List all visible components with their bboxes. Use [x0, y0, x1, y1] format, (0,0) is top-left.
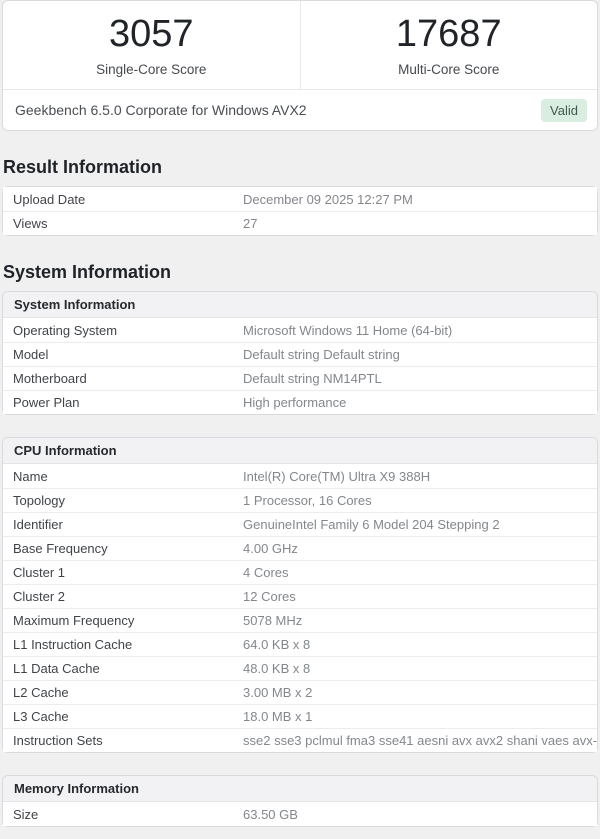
benchmark-title: Geekbench 6.5.0 Corporate for Windows AV… [15, 102, 307, 118]
row-label: Identifier [13, 517, 63, 532]
table-row: Name Intel(R) Core(TM) Ultra X9 388H [3, 464, 597, 488]
valid-badge: Valid [541, 98, 587, 122]
single-core-score-value: 3057 [108, 13, 194, 56]
row-value: sse2 sse3 pclmul fma3 sse41 aesni avx av… [243, 733, 597, 748]
table-row: Views 27 [3, 211, 597, 235]
row-label: L3 Cache [13, 709, 69, 724]
row-value: 4.00 GHz [243, 541, 298, 556]
row-value: GenuineIntel Family 6 Model 204 Stepping… [243, 517, 500, 532]
table-row: L1 Data Cache 48.0 KB x 8 [3, 656, 597, 680]
row-value: 3.00 MB x 2 [243, 685, 313, 700]
multi-core-score-label: Multi-Core Score [398, 62, 500, 78]
row-label: Power Plan [13, 395, 80, 410]
table-row: Cluster 2 12 Cores [3, 584, 597, 608]
result-information-heading: Result Information [3, 157, 163, 177]
row-value: Microsoft Windows 11 Home (64-bit) [243, 322, 453, 338]
table-row: L1 Instruction Cache 64.0 KB x 8 [3, 632, 597, 656]
row-value: Default string NM14PTL [243, 371, 382, 386]
table-row: Topology 1 Processor, 16 Cores [3, 488, 597, 512]
table-row: Base Frequency 4.00 GHz [3, 536, 597, 560]
table-row: Size 63.50 GB [3, 802, 597, 826]
table-row: Power Plan High performance [3, 390, 597, 414]
row-label: Base Frequency [13, 541, 108, 556]
row-label: Motherboard [13, 371, 87, 386]
table-title: System Information [3, 292, 597, 318]
row-label: Upload Date [13, 191, 86, 207]
row-value: 63.50 GB [243, 806, 298, 822]
table-row: Operating System Microsoft Windows 11 Ho… [3, 318, 597, 342]
result-information-table: Upload Date December 09 2025 12:27 PM Vi… [2, 186, 598, 236]
system-information-table: System Information Operating System Micr… [2, 291, 598, 415]
table-row: Instruction Sets sse2 sse3 pclmul fma3 s… [3, 728, 597, 752]
row-label: Instruction Sets [13, 733, 103, 748]
table-row: L2 Cache 3.00 MB x 2 [3, 680, 597, 704]
system-information-heading: System Information [3, 262, 172, 282]
multi-core-score-value: 17687 [395, 13, 502, 56]
row-value: 64.0 KB x 8 [243, 637, 311, 652]
row-value: 48.0 KB x 8 [243, 661, 311, 676]
score-row: 3057 Single-Core Score 17687 Multi-Core … [3, 1, 597, 89]
row-label: Topology [13, 493, 66, 508]
row-label: Name [13, 468, 48, 484]
row-label: Views [13, 216, 48, 231]
row-value: High performance [243, 395, 347, 410]
row-label: L1 Instruction Cache [13, 637, 133, 652]
row-value: 1 Processor, 16 Cores [243, 493, 372, 508]
row-value: 5078 MHz [243, 613, 303, 628]
memory-information-table: Memory Information Size 63.50 GB [2, 775, 598, 827]
table-row: Motherboard Default string NM14PTL [3, 366, 597, 390]
single-core-score-label: Single-Core Score [96, 62, 207, 78]
row-value: December 09 2025 12:27 PM [243, 191, 413, 207]
row-label: L2 Cache [13, 685, 69, 700]
row-value: 18.0 MB x 1 [243, 709, 313, 724]
row-label: Maximum Frequency [13, 613, 135, 628]
row-value: 4 Cores [243, 565, 289, 580]
table-title: Memory Information [3, 776, 597, 802]
row-label: Operating System [13, 322, 118, 338]
benchmark-row: Geekbench 6.5.0 Corporate for Windows AV… [3, 89, 597, 130]
row-label: Cluster 2 [13, 589, 66, 604]
row-value: 12 Cores [243, 589, 296, 604]
table-row: Maximum Frequency 5078 MHz [3, 608, 597, 632]
row-label: Size [13, 806, 39, 822]
table-row: Upload Date December 09 2025 12:27 PM [3, 187, 597, 211]
row-label: Cluster 1 [13, 565, 66, 580]
row-value: 27 [243, 216, 258, 231]
table-row: Cluster 1 4 Cores [3, 560, 597, 584]
single-core-score: 3057 Single-Core Score [3, 1, 300, 89]
row-label: L1 Data Cache [13, 661, 100, 676]
table-row: Identifier GenuineIntel Family 6 Model 2… [3, 512, 597, 536]
cpu-information-table: CPU Information Name Intel(R) Core(TM) U… [2, 437, 598, 753]
table-row: Model Default string Default string [3, 342, 597, 366]
row-label: Model [13, 347, 49, 362]
row-value: Intel(R) Core(TM) Ultra X9 388H [243, 468, 431, 484]
table-title: CPU Information [3, 438, 597, 464]
multi-core-score: 17687 Multi-Core Score [299, 1, 598, 89]
table-row: L3 Cache 18.0 MB x 1 [3, 704, 597, 728]
score-card: 3057 Single-Core Score 17687 Multi-Core … [2, 0, 598, 131]
row-value: Default string Default string [243, 347, 400, 362]
